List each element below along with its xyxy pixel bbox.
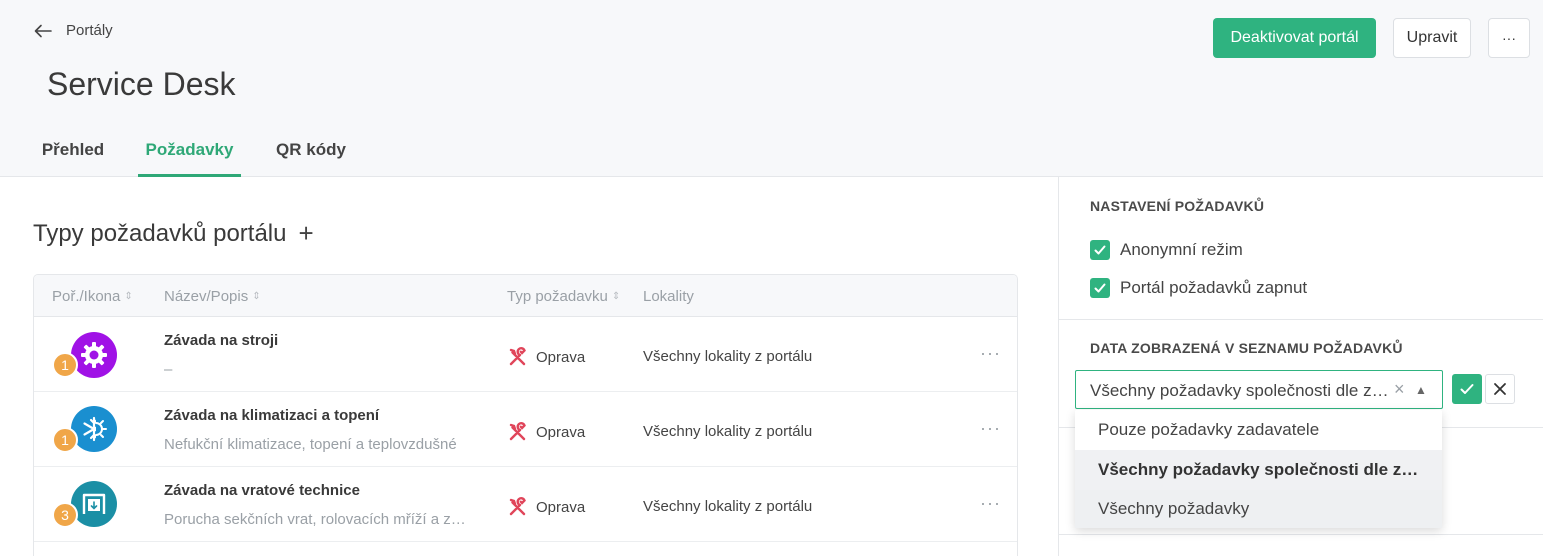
clear-icon[interactable]: × [1394, 379, 1405, 400]
request-types-table: Poř./Ikona ⇕ Název/Popis ⇕ Typ požadavku… [33, 274, 1018, 556]
request-type-kind: Oprava [508, 347, 585, 367]
locations-value: Všechny lokality z portálu [643, 498, 813, 515]
table-row[interactable]: 3 Závada na vratové technice Porucha sek… [34, 467, 1017, 542]
request-type-description: Nefukční klimatizace, topení a teplovzdu… [164, 436, 457, 453]
option-label: Všechny požadavky společnosti dle zadava… [1098, 460, 1423, 479]
back-link[interactable]: Portály [34, 22, 113, 39]
checkbox-label: Portál požadavků zapnut [1120, 278, 1308, 297]
request-type-name: Závada na klimatizaci a topení [164, 407, 380, 424]
add-request-type-icon[interactable]: + [299, 218, 314, 249]
settings-heading: NASTAVENÍ POŽADAVKŮ [1090, 198, 1265, 214]
data-display-heading: DATA ZOBRAZENÁ V SEZNAMU POŽADAVKŮ [1090, 340, 1403, 356]
cancel-button[interactable] [1485, 374, 1515, 404]
more-options-button[interactable]: ··· [1488, 18, 1530, 58]
page-title: Service Desk [47, 66, 236, 102]
tab-qr-codes[interactable]: QR kódy [268, 140, 354, 177]
back-label: Portály [66, 22, 113, 39]
repair-tools-icon [509, 347, 526, 366]
request-type-name: Závada na vratové technice [164, 482, 360, 499]
check-icon [1460, 384, 1474, 394]
option-label: Pouze požadavky zadavatele [1098, 420, 1320, 439]
confirm-button[interactable] [1452, 374, 1482, 404]
chevron-up-icon[interactable]: ▲ [1415, 383, 1427, 397]
column-header-order-icon[interactable]: Poř./Ikona ⇕ [52, 288, 133, 305]
column-header-type[interactable]: Typ požadavku ⇕ [507, 288, 620, 305]
checkbox-checked-icon[interactable] [1090, 240, 1110, 260]
type-label: Oprava [536, 348, 586, 366]
table-row[interactable]: 1 Závada na klimatizaci a topení Nefukčn… [34, 392, 1017, 467]
type-label: Oprava [536, 498, 586, 516]
column-label: Lokality [643, 288, 694, 305]
garage-door-icon [71, 481, 117, 527]
row-more-icon[interactable]: ··· [980, 418, 1001, 439]
arrow-left-icon [34, 24, 52, 37]
column-header-locations: Lokality [643, 288, 694, 305]
portal-enabled-checkbox[interactable]: Portál požadavků zapnut [1090, 278, 1307, 298]
divider [1059, 319, 1543, 320]
tab-requests[interactable]: Požadavky [138, 140, 241, 177]
request-type-description: Porucha sekčních vrat, rolovacích mříží … [164, 511, 474, 528]
data-scope-dropdown: Pouze požadavky zadavatele Všechny požad… [1075, 410, 1442, 528]
table-header: Poř./Ikona ⇕ Název/Popis ⇕ Typ požadavku… [34, 275, 1017, 317]
column-label: Poř./Ikona [52, 288, 121, 305]
column-label: Název/Popis [164, 288, 249, 305]
column-header-name[interactable]: Název/Popis ⇕ [164, 288, 261, 305]
tab-overview[interactable]: Přehled [34, 140, 112, 177]
checkbox-checked-icon[interactable] [1090, 278, 1110, 298]
page-header: Portály Service Desk Deaktivovat portál … [0, 0, 1543, 177]
locations-value: Všechny lokality z portálu [643, 423, 813, 440]
data-scope-select[interactable]: Všechny požadavky společnosti dle zadava… [1075, 370, 1443, 409]
locations-value: Všechny lokality z portálu [643, 348, 813, 365]
repair-tools-icon [509, 497, 526, 516]
dropdown-option-selected[interactable]: Všechny požadavky společnosti dle zadava… [1075, 450, 1442, 490]
column-label: Typ požadavku [507, 288, 608, 305]
sort-icon: ⇕ [611, 291, 621, 302]
dropdown-option[interactable]: Všechny požadavky [1075, 490, 1442, 528]
dropdown-option[interactable]: Pouze požadavky zadavatele [1075, 410, 1442, 450]
checkbox-label: Anonymní režim [1120, 240, 1243, 259]
divider [1059, 534, 1543, 535]
order-badge: 3 [52, 502, 78, 528]
section-title: Typy požadavků portálu + [33, 218, 314, 249]
close-icon [1494, 383, 1506, 395]
row-more-icon[interactable]: ··· [980, 343, 1001, 364]
request-type-description: – [164, 361, 173, 378]
repair-tools-icon [509, 422, 526, 441]
row-more-icon[interactable]: ··· [980, 493, 1001, 514]
section-title-text: Typy požadavků portálu [33, 219, 287, 247]
sort-icon: ⇕ [124, 291, 133, 302]
gear-icon [71, 332, 117, 378]
option-label: Všechny požadavky [1098, 499, 1250, 518]
deactivate-portal-button[interactable]: Deaktivovat portál [1213, 18, 1376, 58]
edit-button[interactable]: Upravit [1393, 18, 1471, 58]
anonymous-mode-checkbox[interactable]: Anonymní režim [1090, 240, 1243, 260]
select-value: Všechny požadavky společnosti dle zadava… [1090, 381, 1390, 400]
request-type-name: Závada na stroji [164, 332, 279, 349]
sort-icon: ⇕ [252, 291, 261, 302]
request-type-kind: Oprava [508, 497, 585, 517]
snowflake-sun-icon [71, 406, 117, 452]
order-badge: 1 [52, 427, 78, 453]
request-type-kind: Oprava [508, 422, 585, 442]
order-badge: 1 [52, 352, 78, 378]
type-label: Oprava [536, 423, 586, 441]
table-row[interactable]: 1 Závada na stroji – Oprava Všechny loka… [34, 317, 1017, 392]
